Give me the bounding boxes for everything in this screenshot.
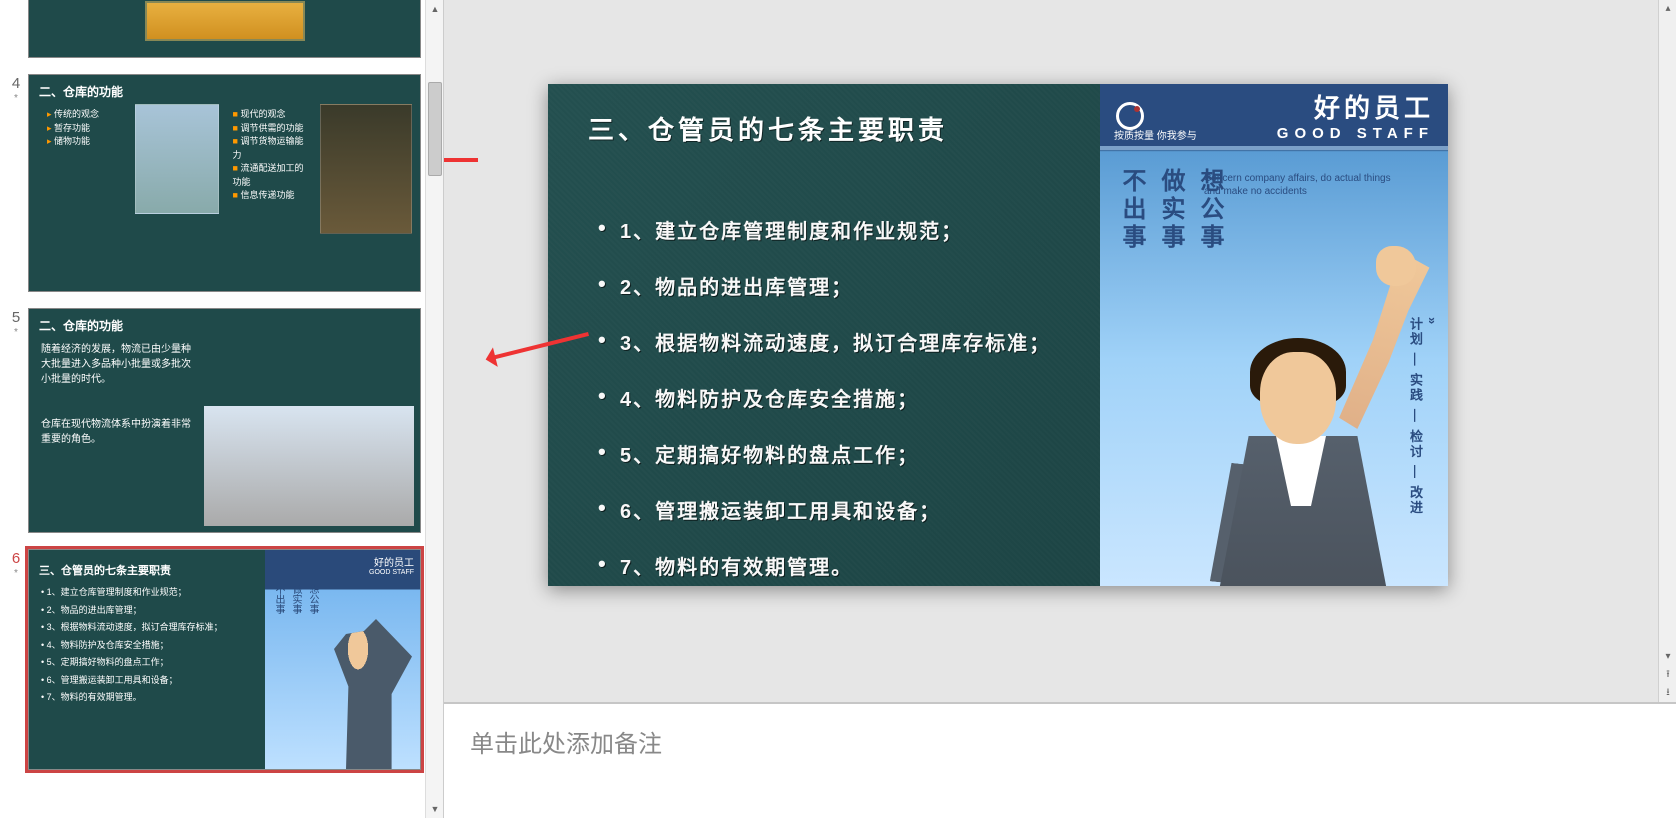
poster-subheading: GOOD STAFF — [1277, 125, 1434, 142]
list-item: 3、根据物料流动速度，拟订合理库存标准； — [588, 327, 1076, 356]
notes-placeholder: 单击此处添加备注 — [470, 731, 662, 758]
main-area: 三、仓管员的七条主要职责 1、建立仓库管理制度和作业规范； 2、物品的进出库管理… — [444, 0, 1676, 818]
list-item: 2、物品的进出库管理； — [588, 271, 1076, 300]
thumb-5-title: 二、仓库的功能 — [29, 309, 420, 338]
notes-pane[interactable]: 单击此处添加备注 — [444, 702, 1676, 818]
annotation-arrow — [444, 158, 478, 162]
thumbnails-scrollbar[interactable]: ▲ ▼ — [425, 0, 443, 818]
poster-heading: 好的员工 — [1277, 88, 1434, 125]
scroll-up-icon[interactable]: ▲ — [426, 0, 444, 18]
forklift-image — [135, 104, 219, 214]
thumbnail-number-5: 5* — [4, 308, 28, 338]
thumbnail-slide-4[interactable]: 二、仓库的功能 传统的观念 暂存功能 储物功能 现代的观念 调节供需的功能 调节… — [28, 74, 421, 292]
slide-title[interactable]: 三、仓管员的七条主要职责 — [588, 110, 1076, 147]
thumbnail-number-6: 6* — [4, 549, 28, 579]
list-item: 1、建立仓库管理制度和作业规范； — [588, 215, 1076, 244]
thumb-4-title: 二、仓库的功能 — [29, 75, 420, 104]
list-item: 7、物料的有效期管理。 — [588, 551, 1076, 580]
scroll-down-icon[interactable]: ▼ — [426, 800, 444, 818]
slide-canvas[interactable]: 三、仓管员的七条主要职责 1、建立仓库管理制度和作业规范； 2、物品的进出库管理… — [548, 84, 1448, 586]
next-slide-icon[interactable]: ⭳ — [1659, 684, 1676, 702]
list-item: 6、管理搬运装卸工用具和设备； — [588, 495, 1076, 524]
poster-english-text: Concern company affairs, do actual thing… — [1204, 172, 1391, 198]
logo-icon — [1116, 102, 1144, 130]
scroll-up-icon[interactable]: ▴ — [1659, 0, 1676, 18]
poster-slogan: 按质按量 你我参与 — [1114, 127, 1197, 142]
scrollbar-thumb[interactable] — [428, 82, 442, 176]
thumb-6-title: 三、仓管员的七条主要职责 — [37, 558, 257, 584]
prev-slide-icon[interactable]: ⭱ — [1659, 666, 1676, 684]
thumb-poster: 好的员工 GOOD STAFF 不出事 做实事 想公事 — [265, 550, 420, 769]
thumbnail-slide-3[interactable] — [28, 0, 421, 58]
slide-thumbnails-panel: 4* 二、仓库的功能 传统的观念 暂存功能 储物功能 现代的观念 调节供需的功能… — [0, 0, 444, 818]
thumbnail-number-4: 4* — [4, 74, 28, 104]
shelving-image — [320, 104, 412, 234]
thumbnail-slide-6[interactable]: 三、仓管员的七条主要职责 1、建立仓库管理制度和作业规范； 2、物品的进出库管理… — [28, 549, 421, 770]
poster-panel[interactable]: 按质按量 你我参与 好的员工 GOOD STAFF 不出事 做实事 想公事 Co… — [1100, 84, 1448, 586]
truck-warehouse-image — [204, 406, 414, 526]
editor-scrollbar[interactable]: ▴ ▾ ⭱ ⭳ — [1658, 0, 1676, 702]
slide-content-list[interactable]: 1、建立仓库管理制度和作业规范； 2、物品的进出库管理； 3、根据物料流动速度，… — [588, 215, 1076, 580]
list-item: 4、物料防护及仓库安全措施； — [588, 383, 1076, 412]
list-item: 5、定期搞好物料的盘点工作； — [588, 439, 1076, 468]
person-illustration — [1178, 296, 1418, 586]
slide-editor-area[interactable]: 三、仓管员的七条主要职责 1、建立仓库管理制度和作业规范； 2、物品的进出库管理… — [444, 0, 1676, 702]
scroll-down-icon[interactable]: ▾ — [1659, 648, 1676, 666]
thumbnail-slide-5[interactable]: 二、仓库的功能 随着经济的发展，物流已由少量种大批量进入多品种小批量或多批次小批… — [28, 308, 421, 533]
